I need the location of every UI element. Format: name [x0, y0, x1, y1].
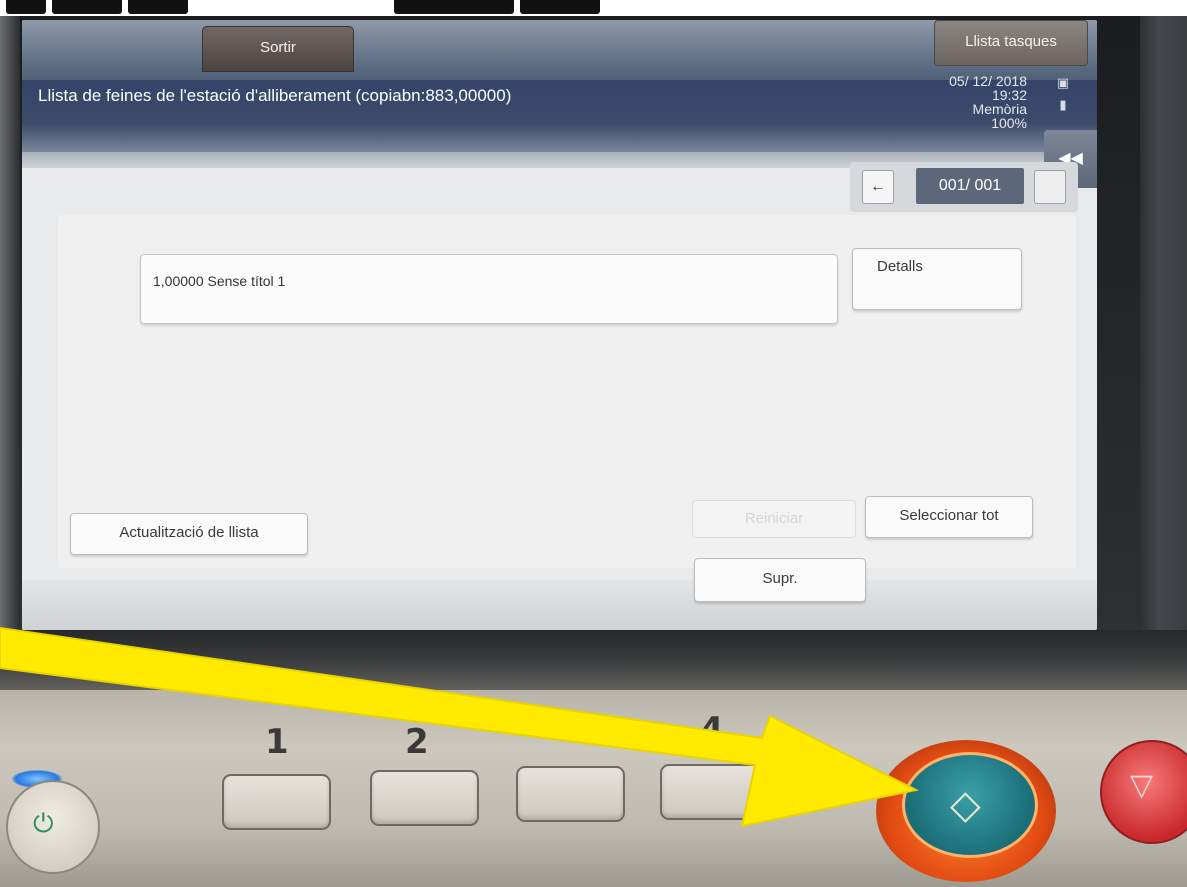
annotation-arrow: [0, 626, 920, 828]
annotation-arrow-shape: [0, 626, 920, 828]
